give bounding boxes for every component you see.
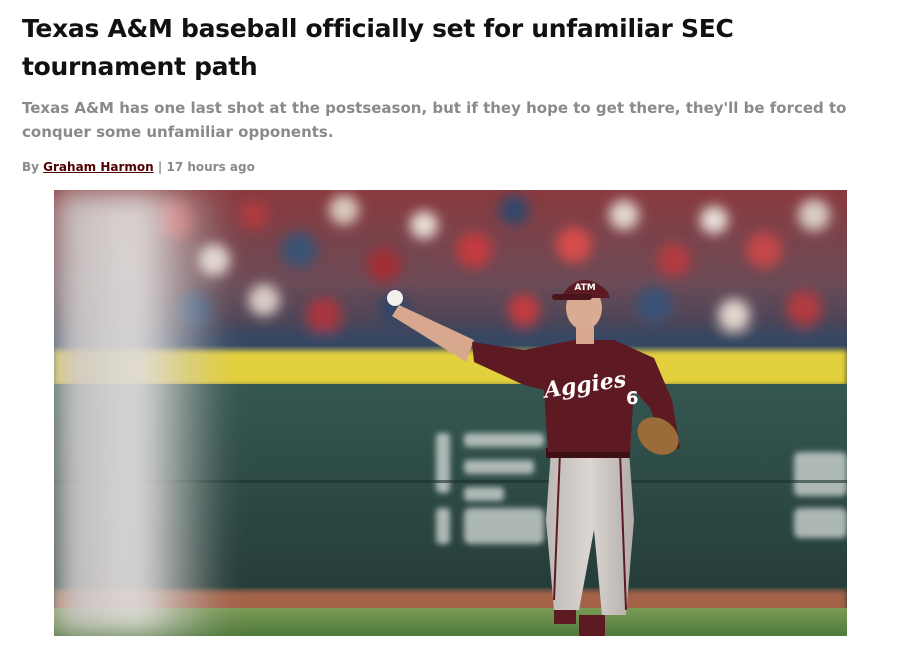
byline: By Graham Harmon | 17 hours ago bbox=[22, 158, 255, 176]
article-subheadline: Texas A&M has one last shot at the posts… bbox=[22, 99, 847, 141]
jersey-number: 6 bbox=[626, 388, 639, 409]
cap-logo: ATM bbox=[574, 283, 595, 293]
article-headline: Texas A&M baseball officially set for un… bbox=[22, 14, 734, 81]
author-link[interactable]: Graham Harmon bbox=[43, 160, 154, 174]
hero-image: ATM Aggies 6 bbox=[54, 190, 847, 636]
hero-photo: ATM Aggies 6 bbox=[54, 190, 847, 636]
byline-separator: | bbox=[157, 160, 163, 174]
byline-prefix: By bbox=[22, 160, 39, 174]
article: Texas A&M baseball officially set for un… bbox=[0, 0, 901, 647]
article-timestamp: 17 hours ago bbox=[166, 160, 255, 174]
